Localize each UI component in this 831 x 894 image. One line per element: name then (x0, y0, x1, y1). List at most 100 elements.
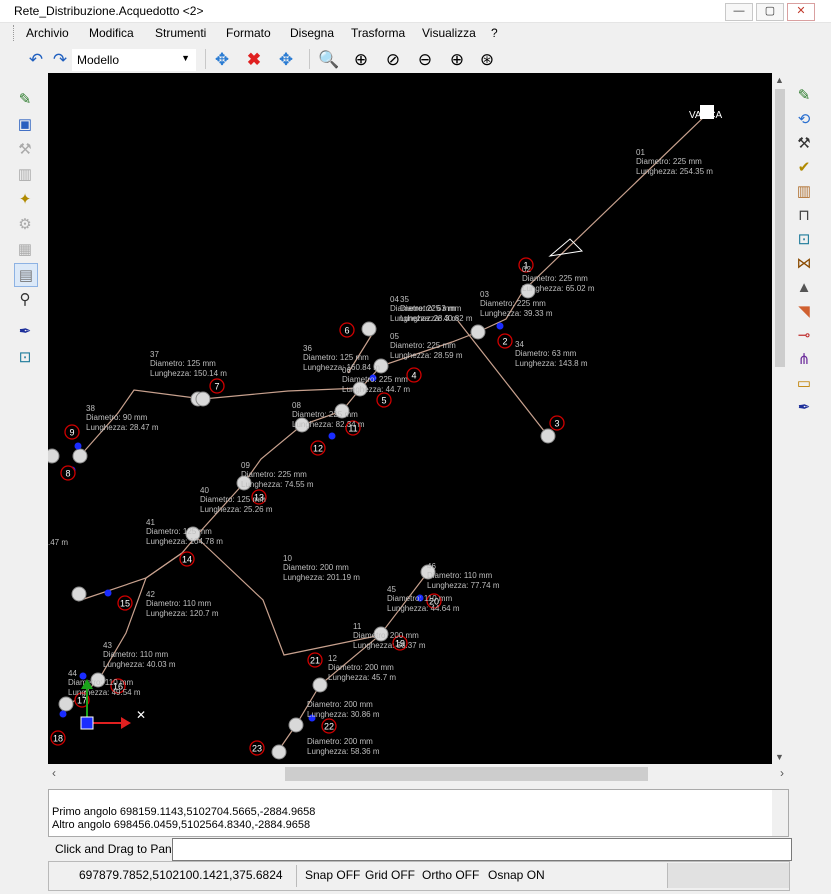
pipe-label: 34Diametro: 63 mmLunghezza: 143.8 m (515, 340, 588, 368)
check-edit-icon[interactable]: ✔ (793, 156, 815, 178)
zoom-previous-icon[interactable]: ⊘ (382, 48, 404, 70)
node-circle[interactable] (58, 696, 74, 712)
node-tag[interactable]: 5 (376, 392, 392, 408)
zoom-realtime-icon[interactable]: ⊛ (476, 48, 498, 70)
menu-help[interactable]: ? (491, 26, 498, 40)
grid-disabled-icon[interactable]: ▦ (14, 238, 36, 260)
document-check-icon[interactable]: ▣ (14, 113, 36, 135)
node-tag[interactable]: 2 (497, 333, 513, 349)
magic-wand-icon[interactable]: ✦ (14, 188, 36, 210)
pipe-id: 05 (390, 332, 399, 341)
node-circle[interactable] (48, 448, 60, 464)
grid-toggle[interactable]: Grid OFF (365, 868, 415, 882)
pipe-label: 03Diametro: 225 mmLunghezza: 39.33 m (480, 290, 553, 318)
zoom-center-icon[interactable]: ⊕ (350, 48, 372, 70)
redo-icon[interactable]: ↷ (49, 48, 71, 70)
node-tag[interactable]: 23 (249, 740, 265, 756)
pipe-id: 35 (400, 295, 409, 304)
node-circle[interactable] (271, 744, 287, 760)
title-bar: Rete_Distribuzione.Acquedotto <2> — ▢ ✕ (0, 0, 831, 23)
refresh-icon[interactable]: ⟲ (793, 108, 815, 130)
menu-archivio[interactable]: Archivio (26, 26, 69, 40)
node-circle[interactable] (470, 324, 486, 340)
tools-disabled-icon[interactable]: ⚒ (14, 138, 36, 160)
hammer-icon[interactable]: ⚒ (793, 132, 815, 154)
minimize-button[interactable]: — (725, 3, 753, 21)
menu-disegna[interactable]: Disegna (290, 26, 334, 40)
pan-move-icon[interactable]: ✥ (211, 48, 233, 70)
node-tag[interactable]: 3 (549, 415, 565, 431)
command-input[interactable] (172, 838, 792, 861)
drawing-canvas[interactable]: 1 2 3 4 5 6 7 8 9 11 12 13 14 15 16 17 18 19 20 21 22 23 01 Di… (48, 73, 772, 764)
status-separator (296, 865, 297, 887)
ortho-toggle[interactable]: Ortho OFF (422, 868, 479, 882)
node-circle[interactable] (540, 428, 556, 444)
scroll-up-icon[interactable]: ▲ (775, 75, 784, 85)
pipe-label: 01Diametro: 225 mmLunghezza: 254.35 m (636, 148, 713, 176)
space-combo[interactable]: Modello ▼ (72, 49, 196, 71)
building-disabled-icon[interactable]: ▥ (14, 163, 36, 185)
bridge-icon[interactable]: ⊓ (793, 204, 815, 226)
node-circle[interactable] (195, 391, 211, 407)
menu-strumenti[interactable]: Strumenti (155, 26, 206, 40)
vertical-scroll-thumb[interactable] (775, 89, 785, 367)
menu-modifica[interactable]: Modifica (89, 26, 134, 40)
network-drawing[interactable]: 123456789 11121314151617181920212223 01Di… (48, 73, 772, 764)
undo-icon[interactable]: ↶ (25, 48, 47, 70)
node-circle[interactable] (71, 586, 87, 602)
node-circle[interactable] (288, 717, 304, 733)
pump-icon[interactable]: ⊡ (14, 346, 36, 368)
menu-trasforma[interactable]: Trasforma (351, 26, 405, 40)
maximize-button[interactable]: ▢ (756, 3, 784, 21)
zoom-in-icon[interactable]: ⊕ (446, 48, 468, 70)
meter-icon[interactable]: ⊸ (793, 324, 815, 346)
node-circle[interactable] (361, 321, 377, 337)
zoom-out-icon[interactable]: ⊖ (414, 48, 436, 70)
delete-icon[interactable]: ✖ (243, 48, 265, 70)
node-tag[interactable]: 12 (310, 440, 326, 456)
gear-disabled-icon[interactable]: ⚙ (14, 213, 36, 235)
building-icon[interactable]: ▥ (793, 180, 815, 202)
horizontal-scrollbar[interactable]: ‹ › (48, 764, 788, 784)
node-tag[interactable]: 21 (307, 652, 323, 668)
node-tag[interactable]: 15 (117, 595, 133, 611)
basin-icon[interactable]: ▭ (793, 372, 815, 394)
add-node-icon[interactable]: ✥ (275, 48, 297, 70)
horizontal-scroll-thumb[interactable] (285, 767, 648, 781)
node-circle[interactable] (312, 677, 328, 693)
reservoir-icon[interactable]: ▲ (793, 276, 815, 298)
snap-toggle[interactable]: Snap OFF (305, 868, 360, 882)
pen-icon-right[interactable]: ✒ (793, 396, 815, 418)
valve-icon-right[interactable]: ⋈ (793, 252, 815, 274)
node-tag[interactable]: 4 (406, 367, 422, 383)
scroll-left-icon[interactable]: ‹ (52, 766, 56, 780)
node-tag[interactable]: 14 (179, 551, 195, 567)
vertical-scrollbar[interactable]: ▲ ▼ (772, 73, 788, 764)
pipe-bend-icon[interactable]: ◥ (793, 300, 815, 322)
binoculars-icon[interactable]: ⚲ (14, 288, 36, 310)
pipe-label: 02Diametro: 225 mmLunghezza: 65.02 m (522, 265, 595, 293)
pipe-label: Diametro: 200 mmLunghezza: 30.86 m (307, 700, 380, 719)
node-tag[interactable]: 7 (209, 378, 225, 394)
scroll-right-icon[interactable]: › (780, 766, 784, 780)
node-circle[interactable] (72, 448, 88, 464)
node-tag[interactable]: 9 (64, 424, 80, 440)
node-tag[interactable]: 22 (321, 718, 337, 734)
menu-visualizza[interactable]: Visualizza (422, 26, 476, 40)
select-tool-icon[interactable]: ✎ (14, 88, 36, 110)
network-icon[interactable]: ⋔ (793, 348, 815, 370)
node-tag[interactable]: 8 (60, 465, 76, 481)
close-button[interactable]: ✕ (787, 3, 815, 21)
osnap-toggle[interactable]: Osnap ON (488, 868, 545, 882)
zoom-window-icon[interactable]: 🔍 (318, 48, 340, 70)
pump-icon-right[interactable]: ⊡ (793, 228, 815, 250)
node-tag[interactable]: 18 (50, 730, 66, 746)
profile-icon[interactable]: ▤ (14, 263, 38, 287)
pen-icon[interactable]: ✒ (14, 320, 36, 342)
edit-check-icon[interactable]: ✎ (793, 84, 815, 106)
history-scrollbar[interactable] (772, 790, 788, 836)
main-toolbar: ↶ ↷ Modello ▼ ✥ ✖ ✥ 🔍 ⊕ ⊘ ⊖ ⊕ ⊛ (0, 45, 831, 73)
scroll-down-icon[interactable]: ▼ (775, 752, 784, 762)
node-tag[interactable]: 6 (339, 322, 355, 338)
menu-formato[interactable]: Formato (226, 26, 271, 40)
